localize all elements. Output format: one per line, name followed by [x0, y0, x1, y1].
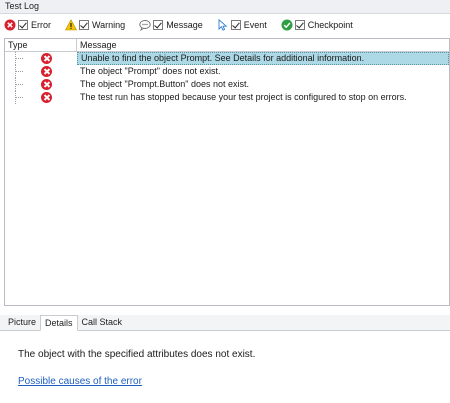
type-cell	[5, 78, 77, 91]
tab-call-stack[interactable]: Call Stack	[78, 316, 127, 330]
error-checkbox[interactable]	[18, 20, 28, 30]
table-row[interactable]: The object "Prompt" does not exist.	[5, 65, 449, 78]
table-row[interactable]: Unable to find the object Prompt. See De…	[5, 52, 449, 65]
filter-checkpoint[interactable]: Checkpoint	[281, 19, 353, 31]
message-icon	[139, 19, 151, 32]
filter-warning[interactable]: Warning	[64, 19, 126, 31]
filter-event[interactable]: Event	[217, 18, 267, 31]
grid-header: Type Message	[5, 39, 449, 52]
type-cell	[5, 91, 77, 104]
details-tabs: Picture Details Call Stack	[0, 315, 450, 331]
type-cell	[5, 65, 77, 78]
error-icon	[4, 19, 16, 31]
panel-title: Test Log	[0, 0, 450, 14]
filter-message[interactable]: Message	[139, 19, 203, 32]
warning-icon	[64, 19, 78, 31]
checkpoint-checkbox[interactable]	[294, 20, 305, 30]
error-icon	[41, 66, 52, 77]
filter-error-label: Error	[31, 20, 51, 30]
warning-checkbox[interactable]	[79, 20, 89, 30]
message-column-header[interactable]: Message	[77, 39, 449, 51]
details-text: The object with the specified attributes…	[18, 349, 256, 360]
type-cell	[5, 52, 77, 65]
message-cell: The object "Prompt.Button" does not exis…	[80, 79, 249, 89]
error-icon	[41, 53, 52, 64]
possible-causes-link[interactable]: Possible causes of the error	[18, 376, 142, 387]
message-checkbox[interactable]	[153, 20, 164, 30]
filter-message-label: Message	[166, 20, 203, 30]
message-cell: The object "Prompt" does not exist.	[80, 66, 221, 76]
message-cell: Unable to find the object Prompt. See De…	[77, 52, 449, 65]
filter-warning-label: Warning	[92, 20, 126, 30]
log-filter-toolbar: Error Warning Message Event Checkpoint	[0, 14, 450, 36]
error-icon	[41, 79, 52, 90]
tab-details[interactable]: Details	[40, 315, 78, 331]
table-row[interactable]: The test run has stopped because your te…	[5, 91, 449, 104]
event-icon	[217, 18, 229, 31]
tab-picture[interactable]: Picture	[4, 316, 40, 330]
event-checkbox[interactable]	[230, 20, 241, 30]
checkpoint-icon	[281, 19, 293, 31]
filter-event-label: Event	[243, 20, 267, 30]
test-log-grid[interactable]: Type Message Unable to find the object P…	[4, 38, 450, 306]
table-row[interactable]: The object "Prompt.Button" does not exis…	[5, 78, 449, 91]
details-panel: The object with the specified attributes…	[0, 331, 450, 403]
filter-error[interactable]: Error	[4, 19, 51, 31]
message-cell: The test run has stopped because your te…	[80, 92, 407, 102]
error-icon	[41, 92, 52, 103]
filter-checkpoint-label: Checkpoint	[307, 20, 353, 30]
type-column-header[interactable]: Type	[5, 39, 77, 51]
